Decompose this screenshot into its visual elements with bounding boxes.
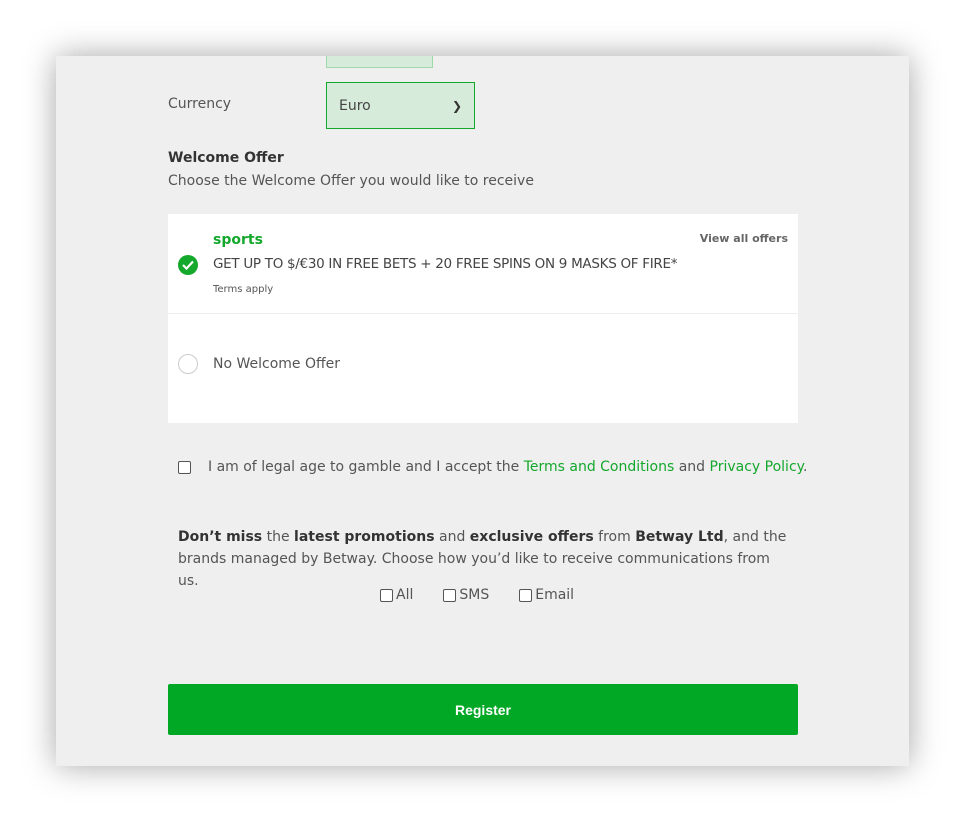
offer-list: sports GET UP TO $/€30 IN FREE BETS + 20… — [168, 214, 798, 423]
offer-none[interactable]: No Welcome Offer — [168, 314, 798, 423]
promo-bold: Don’t miss — [178, 529, 263, 545]
register-button[interactable]: Register — [168, 684, 798, 735]
option-label: All — [396, 587, 414, 603]
legal-and: and — [678, 459, 706, 475]
offer-sports[interactable]: sports GET UP TO $/€30 IN FREE BETS + 20… — [168, 214, 798, 314]
legal-suffix: . — [802, 459, 808, 475]
welcome-offer-title: Welcome Offer — [168, 150, 284, 166]
option-label: SMS — [459, 587, 490, 603]
offer-name: No Welcome Offer — [213, 356, 341, 372]
currency-label: Currency — [168, 96, 232, 112]
promo-bold: exclusive offers — [469, 529, 594, 545]
option-email[interactable]: Email — [519, 587, 574, 603]
promo-bold: Betway Ltd — [635, 529, 724, 545]
terms-apply: Terms apply — [213, 284, 274, 295]
promo-text: Don’t miss the latest promotions and exc… — [178, 526, 788, 592]
radio-button[interactable] — [178, 354, 198, 374]
check-circle-icon — [178, 255, 198, 275]
option-label: Email — [535, 587, 575, 603]
option-sms[interactable]: SMS — [443, 587, 489, 603]
option-all[interactable]: All — [380, 587, 413, 603]
currency-select[interactable]: Euro ❯ — [326, 82, 475, 129]
legal-text: I am of legal age to gamble and I accept… — [208, 459, 807, 475]
legal-consent: I am of legal age to gamble and I accept… — [178, 459, 807, 475]
terms-link[interactable]: Terms and Conditions — [524, 459, 675, 475]
offer-name: sports — [213, 232, 263, 248]
welcome-offer-subtitle: Choose the Welcome Offer you would like … — [168, 173, 534, 189]
sms-checkbox[interactable] — [443, 588, 457, 602]
registration-form: Currency Euro ❯ Welcome Offer Choose the… — [56, 56, 909, 766]
legal-prefix: I am of legal age to gamble and I accept… — [208, 459, 520, 475]
promo-text-part: the — [262, 529, 295, 545]
communication-options: All SMS Email — [380, 587, 574, 603]
offer-description: GET UP TO $/€30 IN FREE BETS + 20 FREE S… — [213, 256, 678, 272]
promo-text-part: from — [593, 529, 636, 545]
promo-bold: latest promotions — [294, 529, 435, 545]
view-all-offers-link[interactable]: View all offers — [700, 232, 788, 245]
legal-age-checkbox[interactable] — [178, 460, 191, 474]
privacy-link[interactable]: Privacy Policy — [710, 459, 803, 475]
promo-text-part: and — [434, 529, 470, 545]
chevron-down-icon: ❯ — [451, 98, 462, 113]
all-checkbox[interactable] — [380, 588, 393, 602]
previous-field[interactable] — [326, 56, 433, 68]
email-checkbox[interactable] — [519, 588, 533, 602]
currency-value: Euro — [339, 97, 371, 114]
